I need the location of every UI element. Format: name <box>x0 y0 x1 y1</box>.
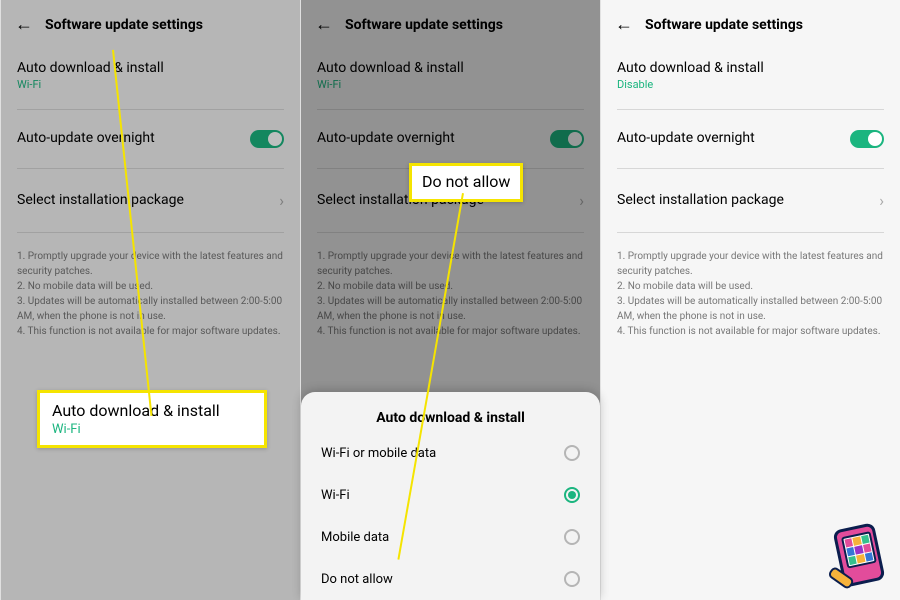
note-line: 1. Promptly upgrade your device with the… <box>317 249 584 279</box>
overnight-toggle[interactable] <box>550 130 584 148</box>
brand-logo-icon <box>824 524 894 594</box>
sheet-option-label: Wi-Fi <box>321 488 350 503</box>
overnight-row[interactable]: Auto-update overnight <box>301 116 600 162</box>
callout-title: Auto download & install <box>52 401 252 420</box>
sheet-option-mobile[interactable]: Mobile data <box>301 516 600 558</box>
note-line: 1. Promptly upgrade your device with the… <box>17 249 284 279</box>
divider <box>317 109 584 110</box>
auto-download-row[interactable]: Auto download & install Wi-Fi <box>1 48 300 103</box>
back-arrow-icon[interactable]: ← <box>615 16 633 34</box>
note-line: 3. Updates will be automatically install… <box>17 294 284 324</box>
callout-subtitle: Wi-Fi <box>52 422 252 437</box>
overnight-toggle[interactable] <box>850 130 884 148</box>
app-header: ← Software update settings <box>1 0 300 48</box>
select-package-title: Select installation package <box>617 192 784 208</box>
callout-text: Do not allow <box>422 172 510 191</box>
note-line: 3. Updates will be automatically install… <box>317 294 584 324</box>
overnight-row[interactable]: Auto-update overnight <box>601 116 900 162</box>
auto-download-title: Auto download & install <box>317 60 584 76</box>
auto-download-subtitle: Wi-Fi <box>317 78 584 91</box>
back-arrow-icon[interactable]: ← <box>315 16 333 34</box>
sheet-option-wifi-or-mobile[interactable]: Wi-Fi or mobile data <box>301 432 600 474</box>
note-line: 3. Updates will be automatically install… <box>617 294 884 324</box>
sheet-option-label: Wi-Fi or mobile data <box>321 446 436 461</box>
divider <box>617 232 884 233</box>
overnight-title: Auto-update overnight <box>17 130 155 146</box>
note-line: 2. No mobile data will be used. <box>17 279 284 294</box>
note-line: 4. This function is not available for ma… <box>317 324 584 339</box>
divider <box>17 232 284 233</box>
note-line: 2. No mobile data will be used. <box>317 279 584 294</box>
radio-selected-icon <box>564 487 580 503</box>
divider <box>617 168 884 169</box>
radio-icon <box>564 529 580 545</box>
divider <box>17 109 284 110</box>
app-header: ← Software update settings <box>301 0 600 48</box>
sheet-option-label: Do not allow <box>321 572 393 587</box>
radio-icon <box>564 571 580 587</box>
note-line: 4. This function is not available for ma… <box>17 324 284 339</box>
radio-icon <box>564 445 580 461</box>
divider <box>317 232 584 233</box>
auto-download-title: Auto download & install <box>17 60 284 76</box>
chevron-right-icon: › <box>579 191 584 210</box>
notes-block: 1. Promptly upgrade your device with the… <box>301 239 600 349</box>
callout-do-not-allow: Do not allow <box>409 163 523 202</box>
auto-download-subtitle: Wi-Fi <box>17 78 284 91</box>
page-title: Software update settings <box>345 17 503 33</box>
overnight-title: Auto-update overnight <box>317 130 455 146</box>
sheet-option-wifi[interactable]: Wi-Fi <box>301 474 600 516</box>
auto-download-subtitle: Disable <box>617 78 884 91</box>
notes-block: 1. Promptly upgrade your device with the… <box>1 239 300 349</box>
note-line: 2. No mobile data will be used. <box>617 279 884 294</box>
auto-download-title: Auto download & install <box>617 60 884 76</box>
note-line: 4. This function is not available for ma… <box>617 324 884 339</box>
overnight-row[interactable]: Auto-update overnight <box>1 116 300 162</box>
phone-screen-2: ← Software update settings Auto download… <box>300 0 600 600</box>
page-title: Software update settings <box>645 17 803 33</box>
back-arrow-icon[interactable]: ← <box>15 16 33 34</box>
divider <box>17 168 284 169</box>
phone-screen-3: ← Software update settings Auto download… <box>600 0 900 600</box>
sheet-title: Auto download & install <box>301 402 600 432</box>
overnight-toggle[interactable] <box>250 130 284 148</box>
phone-screen-1: ← Software update settings Auto download… <box>0 0 300 600</box>
auto-download-row[interactable]: Auto download & install Disable <box>601 48 900 103</box>
chevron-right-icon: › <box>279 191 284 210</box>
callout-auto-download: Auto download & install Wi-Fi <box>37 390 267 448</box>
chevron-right-icon: › <box>879 191 884 210</box>
auto-download-row[interactable]: Auto download & install Wi-Fi <box>301 48 600 103</box>
sheet-option-do-not-allow[interactable]: Do not allow <box>301 558 600 600</box>
page-title: Software update settings <box>45 17 203 33</box>
note-line: 1. Promptly upgrade your device with the… <box>617 249 884 279</box>
sheet-option-label: Mobile data <box>321 530 389 545</box>
auto-download-sheet: Auto download & install Wi-Fi or mobile … <box>301 392 600 600</box>
select-package-row[interactable]: Select installation package › <box>1 175 300 226</box>
divider <box>617 109 884 110</box>
overnight-title: Auto-update overnight <box>617 130 755 146</box>
select-package-row[interactable]: Select installation package › <box>601 175 900 226</box>
select-package-title: Select installation package <box>17 192 184 208</box>
app-header: ← Software update settings <box>601 0 900 48</box>
notes-block: 1. Promptly upgrade your device with the… <box>601 239 900 349</box>
